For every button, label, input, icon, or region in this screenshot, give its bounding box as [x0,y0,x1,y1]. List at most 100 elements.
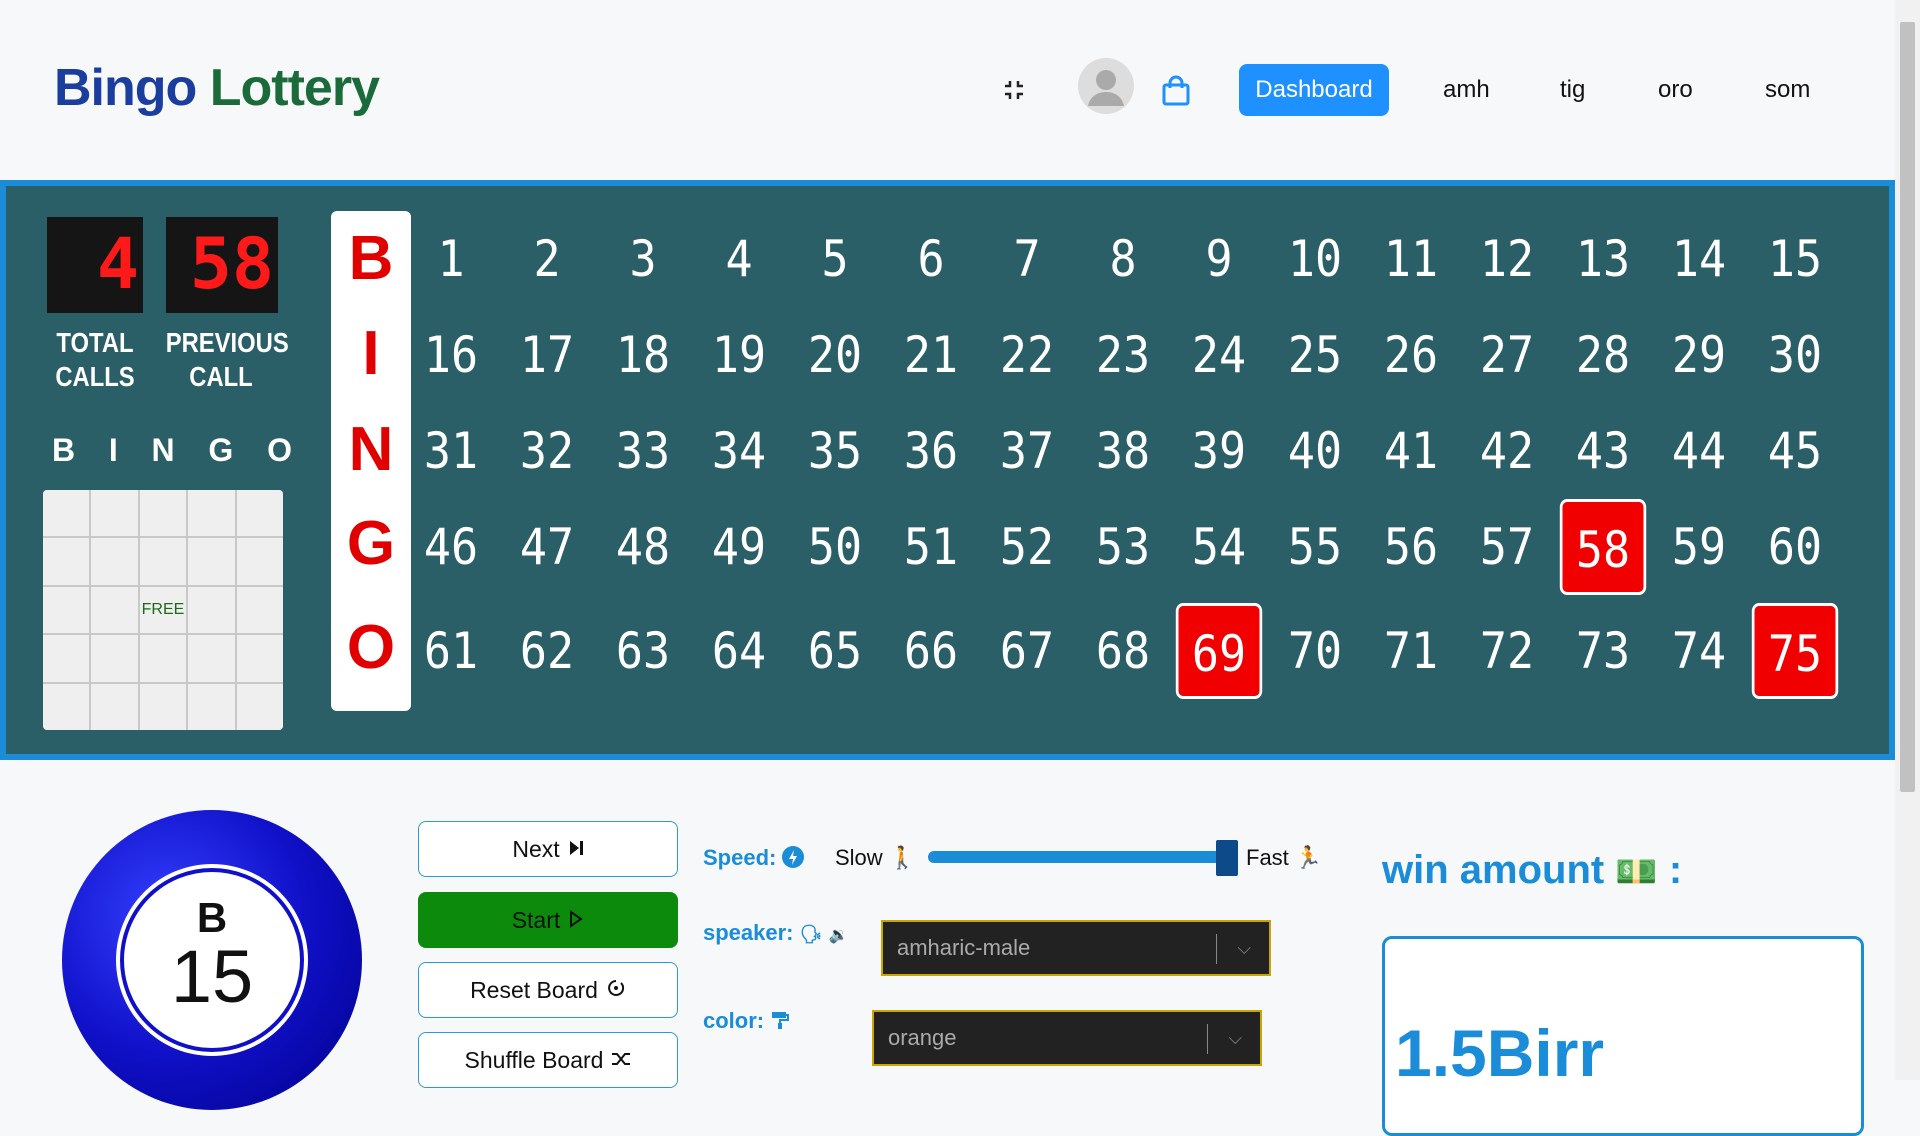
board-number-9[interactable]: 9 [1176,211,1262,307]
board-number-5[interactable]: 5 [792,211,878,307]
board-number-2[interactable]: 2 [504,211,590,307]
board-number-70[interactable]: 70 [1272,603,1358,699]
exit-fullscreen-icon[interactable] [1000,76,1028,104]
board-number-46[interactable]: 46 [408,499,494,595]
board-number-15[interactable]: 15 [1752,211,1838,307]
board-number-68[interactable]: 68 [1080,603,1166,699]
speed-slider-track[interactable] [928,851,1230,863]
lang-tig[interactable]: tig [1560,64,1585,116]
board-number-29[interactable]: 29 [1656,307,1742,403]
board-number-19[interactable]: 19 [696,307,782,403]
brand-logo[interactable]: Bingo Lottery [54,58,380,118]
win-amount-box: 1.5Birr [1382,936,1864,1136]
board-number-64[interactable]: 64 [696,603,782,699]
board-number-20[interactable]: 20 [792,307,878,403]
board-number-48[interactable]: 48 [600,499,686,595]
board-number-24[interactable]: 24 [1176,307,1262,403]
board-number-44[interactable]: 44 [1656,403,1742,499]
board-number-14[interactable]: 14 [1656,211,1742,307]
board-number-11[interactable]: 11 [1368,211,1454,307]
board-number-73[interactable]: 73 [1560,603,1646,699]
board-number-74[interactable]: 74 [1656,603,1742,699]
board-number-26[interactable]: 26 [1368,307,1454,403]
board-number-75[interactable]: 75 [1751,603,1839,699]
board-number-65[interactable]: 65 [792,603,878,699]
board-number-41[interactable]: 41 [1368,403,1454,499]
mini-card-cell [91,586,138,634]
board-number-37[interactable]: 37 [984,403,1070,499]
board-number-27[interactable]: 27 [1464,307,1550,403]
board-number-8[interactable]: 8 [1080,211,1166,307]
board-number-50[interactable]: 50 [792,499,878,595]
start-button[interactable]: Start [418,892,678,948]
board-number-13[interactable]: 13 [1560,211,1646,307]
board-number-52[interactable]: 52 [984,499,1070,595]
board-number-6[interactable]: 6 [888,211,974,307]
board-number-56[interactable]: 56 [1368,499,1454,595]
speaker-select[interactable]: amharic-male ⌵ [881,920,1271,976]
board-number-72[interactable]: 72 [1464,603,1550,699]
board-number-47[interactable]: 47 [504,499,590,595]
board-number-30[interactable]: 30 [1752,307,1838,403]
avatar[interactable] [1078,58,1134,114]
board-number-71[interactable]: 71 [1368,603,1454,699]
shopping-bag-icon[interactable] [1160,74,1192,108]
board-number-66[interactable]: 66 [888,603,974,699]
board-number-55[interactable]: 55 [1272,499,1358,595]
color-selected-value: orange [888,1025,957,1050]
board-number-62[interactable]: 62 [504,603,590,699]
lang-amh[interactable]: amh [1443,64,1490,116]
board-number-63[interactable]: 63 [600,603,686,699]
board-number-3[interactable]: 3 [600,211,686,307]
board-number-49[interactable]: 49 [696,499,782,595]
page-scrollbar[interactable] [1895,0,1920,1080]
dashboard-button[interactable]: Dashboard [1239,64,1389,116]
board-number-12[interactable]: 12 [1464,211,1550,307]
board-number-69[interactable]: 69 [1175,603,1263,699]
board-number-34[interactable]: 34 [696,403,782,499]
board-number-33[interactable]: 33 [600,403,686,499]
board-number-18[interactable]: 18 [600,307,686,403]
color-select[interactable]: orange ⌵ [872,1010,1262,1066]
board-number-7[interactable]: 7 [984,211,1070,307]
board-number-61[interactable]: 61 [408,603,494,699]
board-number-53[interactable]: 53 [1080,499,1166,595]
board-number-35[interactable]: 35 [792,403,878,499]
board-number-21[interactable]: 21 [888,307,974,403]
board-number-51[interactable]: 51 [888,499,974,595]
speed-slider-thumb[interactable] [1216,840,1238,876]
board-number-36[interactable]: 36 [888,403,974,499]
board-number-4[interactable]: 4 [696,211,782,307]
board-number-10[interactable]: 10 [1272,211,1358,307]
board-number-59[interactable]: 59 [1656,499,1742,595]
board-number-31[interactable]: 31 [408,403,494,499]
board-number-54[interactable]: 54 [1176,499,1262,595]
board-number-42[interactable]: 42 [1464,403,1550,499]
bingo-board: 4 58 TOTAL CALLS PREVIOUS CALL BINGO FREE … [0,180,1895,760]
board-number-17[interactable]: 17 [504,307,590,403]
board-number-43[interactable]: 43 [1560,403,1646,499]
board-number-23[interactable]: 23 [1080,307,1166,403]
reset-board-button[interactable]: Reset Board [418,962,678,1018]
board-number-1[interactable]: 1 [408,211,494,307]
board-number-38[interactable]: 38 [1080,403,1166,499]
slow-label: Slow 🚶 [835,845,917,870]
letter-b: B [348,224,394,293]
lang-som[interactable]: som [1765,64,1810,116]
board-number-39[interactable]: 39 [1176,403,1262,499]
lang-oro[interactable]: oro [1658,64,1693,116]
board-number-28[interactable]: 28 [1560,307,1646,403]
board-number-32[interactable]: 32 [504,403,590,499]
board-number-57[interactable]: 57 [1464,499,1550,595]
play-icon [568,907,584,934]
board-number-22[interactable]: 22 [984,307,1070,403]
scrollbar-thumb[interactable] [1900,22,1915,792]
next-button[interactable]: Next [418,821,678,877]
board-number-58[interactable]: 58 [1559,499,1647,595]
board-number-16[interactable]: 16 [408,307,494,403]
board-number-60[interactable]: 60 [1752,499,1838,595]
board-number-67[interactable]: 67 [984,603,1070,699]
board-number-45[interactable]: 45 [1752,403,1838,499]
board-number-25[interactable]: 25 [1272,307,1358,403]
board-number-40[interactable]: 40 [1272,403,1358,499]
